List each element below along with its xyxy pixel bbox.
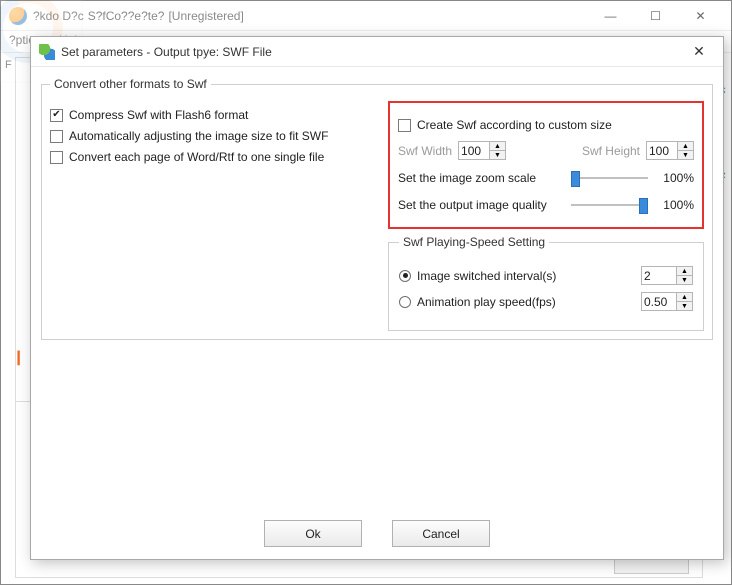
main-title-prefix: ?kdo D?c <box>33 9 84 23</box>
interval-input[interactable] <box>642 268 676 284</box>
quality-slider[interactable] <box>571 196 648 214</box>
ok-button[interactable]: Ok <box>264 520 362 547</box>
compress-checkbox[interactable] <box>50 109 63 122</box>
fps-spinner[interactable]: ▲▼ <box>641 292 693 311</box>
main-titlebar: ?kdo D?c S?fCo??e?te? [Unregistered] — ☐… <box>1 1 731 31</box>
speed-legend: Swf Playing-Speed Setting <box>399 235 549 249</box>
close-dialog-button[interactable]: ✕ <box>683 41 715 63</box>
fps-label: Animation play speed(fps) <box>417 295 641 309</box>
fps-input[interactable] <box>642 294 676 310</box>
height-down-icon[interactable]: ▼ <box>678 151 693 159</box>
dialog-title: Set parameters - Output tpye: SWF File <box>61 45 272 59</box>
zoom-scale-slider[interactable] <box>571 169 648 187</box>
minimize-button[interactable]: — <box>588 1 633 31</box>
zoom-scale-value: 100% <box>656 171 694 185</box>
dialog-icon <box>39 44 55 60</box>
swf-height-label: Swf Height <box>582 144 640 158</box>
app-icon <box>9 7 27 25</box>
swf-width-label: Swf Width <box>398 144 452 158</box>
auto-adjust-checkbox[interactable] <box>50 130 63 143</box>
parameters-dialog: Set parameters - Output tpye: SWF File ✕… <box>30 36 724 560</box>
main-title-suffix: [Unregistered] <box>168 9 243 23</box>
dialog-titlebar: Set parameters - Output tpye: SWF File ✕ <box>31 37 723 67</box>
bg-orange-mark: ┃ <box>15 351 25 373</box>
fps-up-icon[interactable]: ▲ <box>677 293 692 302</box>
swf-width-spinner[interactable]: ▲▼ <box>458 141 506 160</box>
cancel-button[interactable]: Cancel <box>392 520 490 547</box>
quality-label: Set the output image quality <box>398 198 563 212</box>
custom-size-highlight: Create Swf according to custom size Swf … <box>388 101 704 229</box>
each-page-label: Convert each page of Word/Rtf to one sin… <box>69 150 324 164</box>
fps-radio[interactable] <box>399 296 411 308</box>
dialog-button-row: Ok Cancel <box>31 520 723 547</box>
swf-width-input[interactable] <box>459 143 489 159</box>
group-playing-speed: Swf Playing-Speed Setting Image switched… <box>388 235 704 331</box>
compress-label: Compress Swf with Flash6 format <box>69 108 248 122</box>
height-up-icon[interactable]: ▲ <box>678 142 693 151</box>
maximize-button[interactable]: ☐ <box>633 1 678 31</box>
interval-up-icon[interactable]: ▲ <box>677 267 692 276</box>
custom-size-label: Create Swf according to custom size <box>417 118 612 132</box>
width-up-icon[interactable]: ▲ <box>490 142 505 151</box>
custom-size-checkbox[interactable] <box>398 119 411 132</box>
interval-label: Image switched interval(s) <box>417 269 641 283</box>
close-main-button[interactable]: ✕ <box>678 1 723 31</box>
swf-height-input[interactable] <box>647 143 677 159</box>
each-page-checkbox[interactable] <box>50 151 63 164</box>
group-convert-legend: Convert other formats to Swf <box>50 77 211 91</box>
interval-spinner[interactable]: ▲▼ <box>641 266 693 285</box>
auto-adjust-label: Automatically adjusting the image size t… <box>69 129 328 143</box>
main-title-mid: S?fCo??e?te? <box>88 9 165 23</box>
interval-radio[interactable] <box>399 270 411 282</box>
fps-down-icon[interactable]: ▼ <box>677 302 692 310</box>
group-convert-formats: Convert other formats to Swf Compress Sw… <box>41 77 713 340</box>
quality-value: 100% <box>656 198 694 212</box>
width-down-icon[interactable]: ▼ <box>490 151 505 159</box>
zoom-scale-label: Set the image zoom scale <box>398 171 563 185</box>
swf-height-spinner[interactable]: ▲▼ <box>646 141 694 160</box>
interval-down-icon[interactable]: ▼ <box>677 276 692 284</box>
